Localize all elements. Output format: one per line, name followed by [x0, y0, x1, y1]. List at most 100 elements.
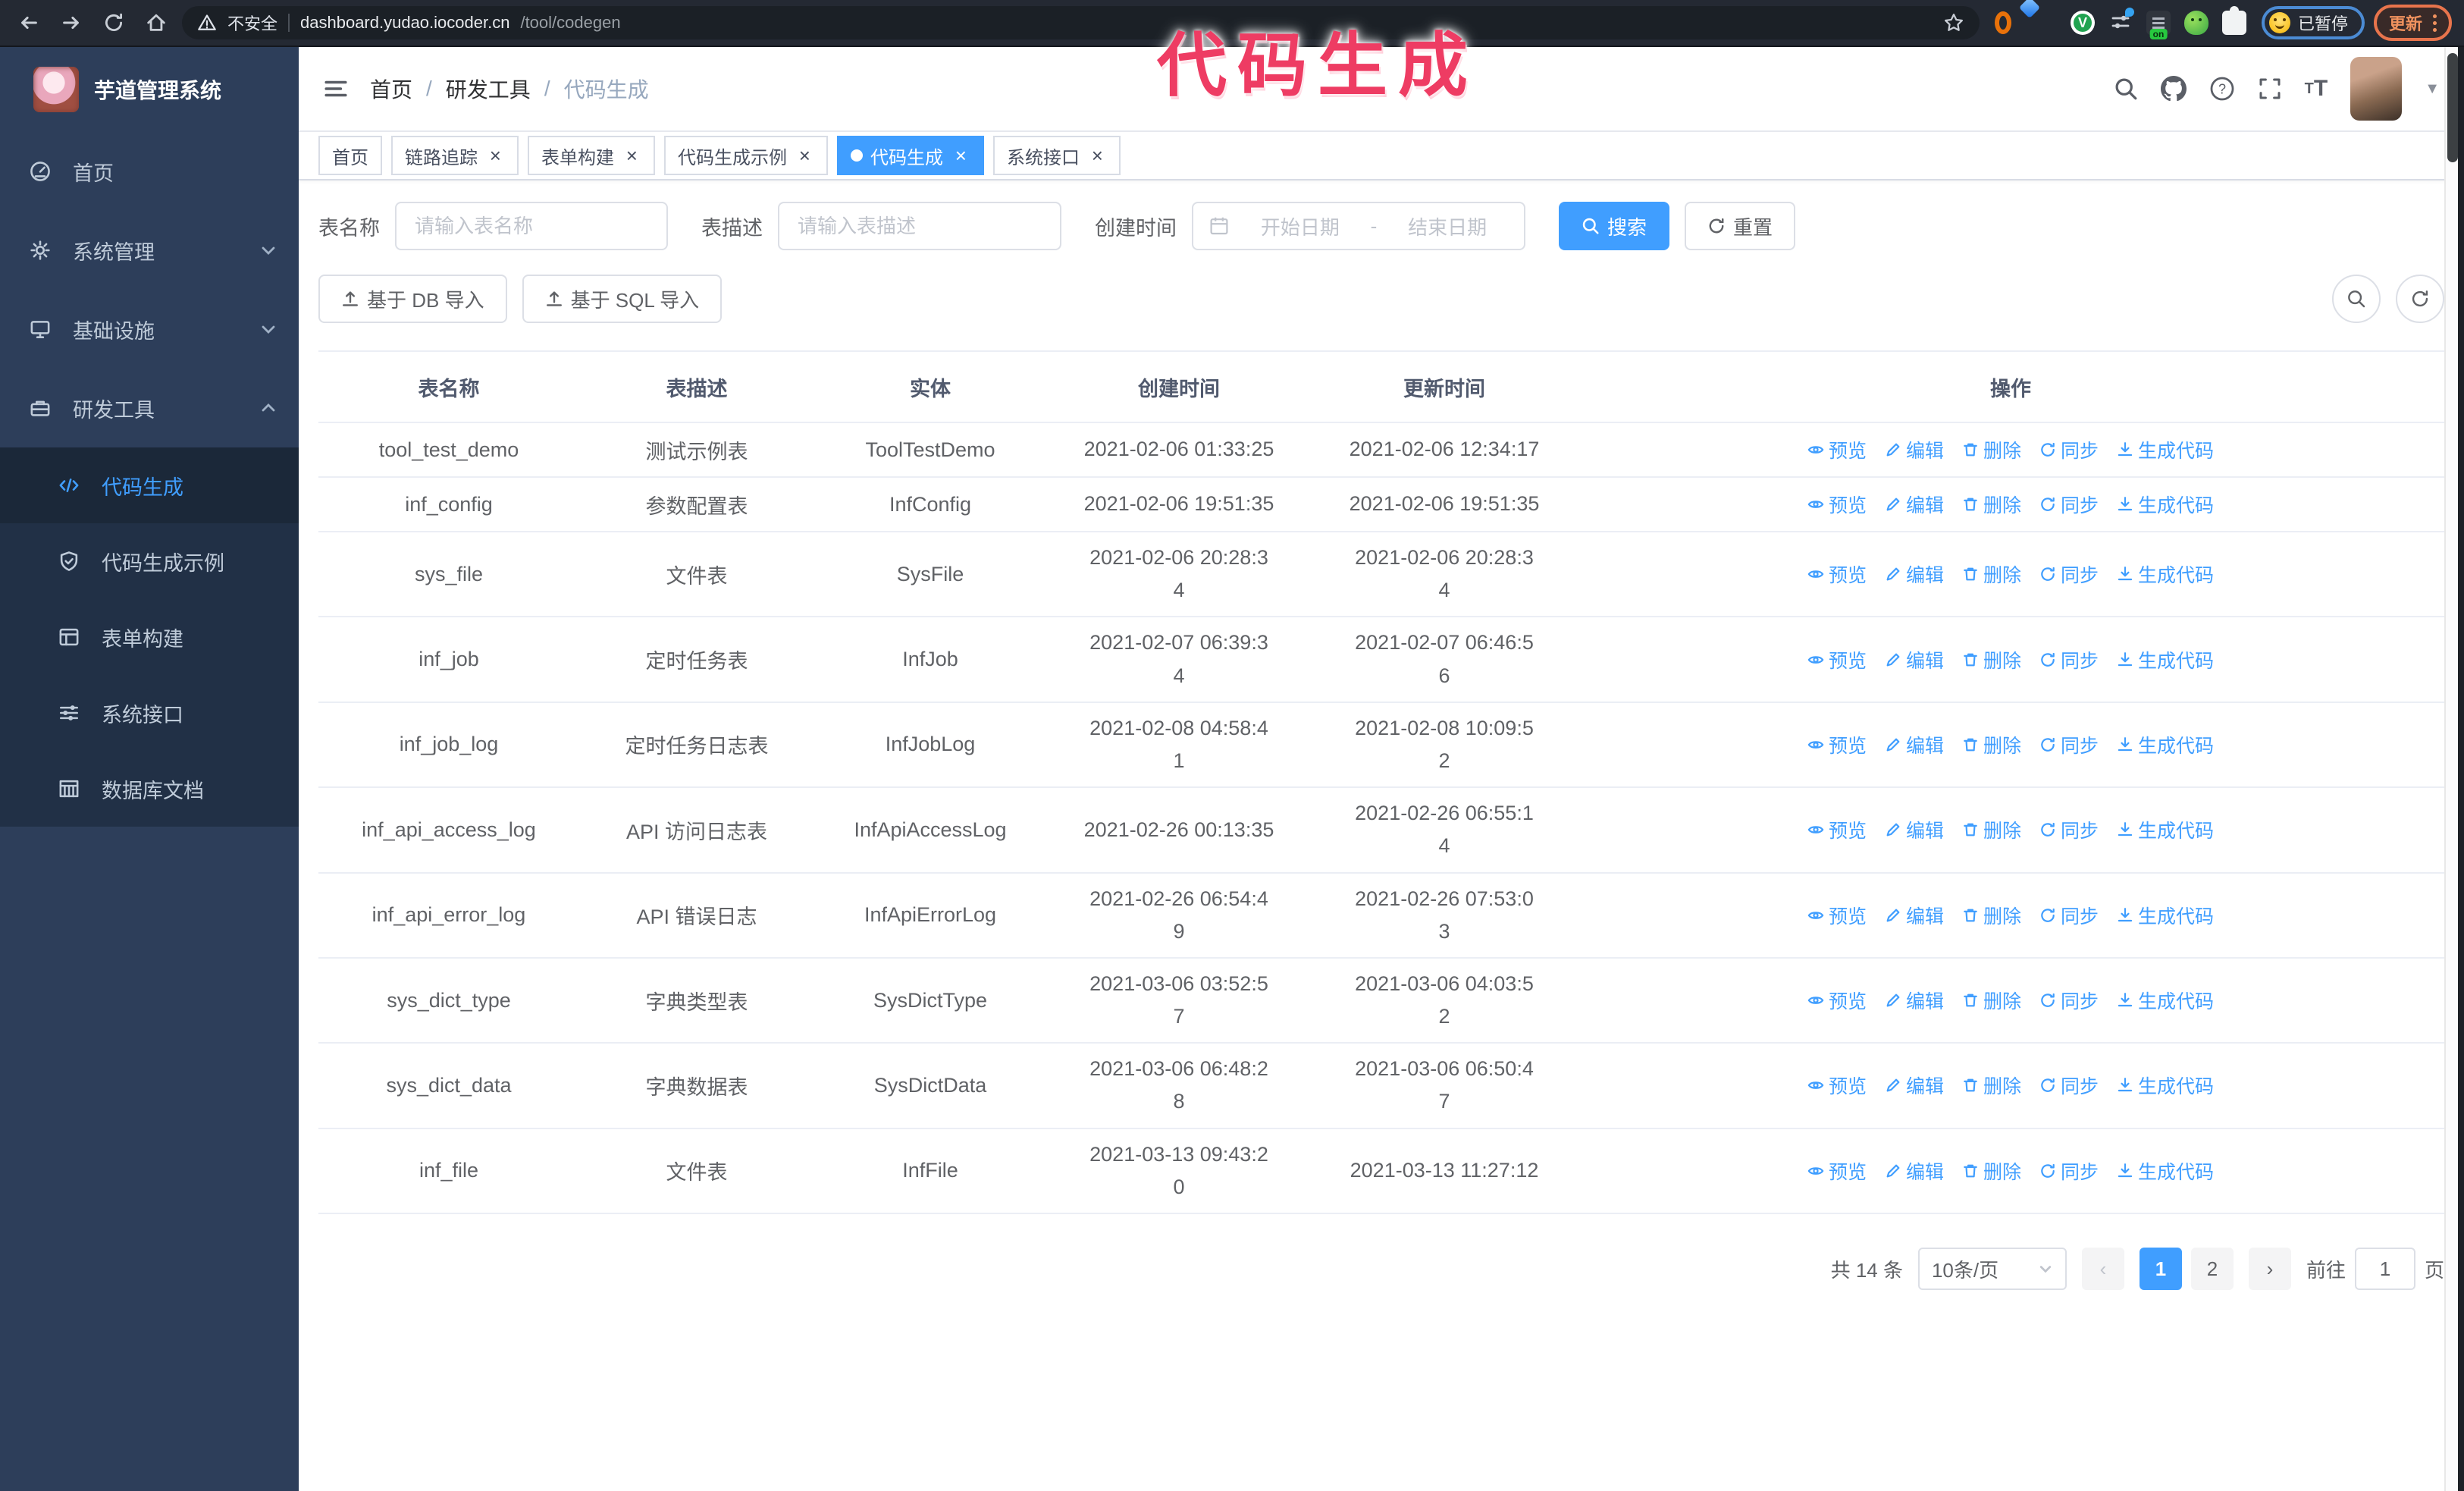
end-date-placeholder[interactable]: 结束日期	[1386, 212, 1509, 240]
toggle-search-button[interactable]	[2332, 275, 2381, 323]
row-action-sync[interactable]: 同步	[2039, 1072, 2099, 1099]
sidebar-subitem-代码生成示例[interactable]: 代码生成示例	[0, 523, 299, 599]
row-action-delete[interactable]: 删除	[1962, 646, 2021, 673]
green-v-extension-icon[interactable]: V	[2070, 11, 2095, 35]
sidebar-item-研发工具[interactable]: 研发工具	[0, 369, 299, 447]
row-action-delete[interactable]: 删除	[1962, 560, 2021, 588]
row-action-edit[interactable]: 编辑	[1885, 902, 1944, 929]
row-action-preview[interactable]: 预览	[1807, 491, 1867, 518]
browser-update-button[interactable]: 更新	[2373, 5, 2452, 41]
tab-close-icon[interactable]: ×	[951, 146, 970, 165]
avatar-caret-icon[interactable]: ▼	[2425, 80, 2440, 98]
tab-close-icon[interactable]: ×	[622, 146, 641, 165]
tab-链路追踪[interactable]: 链路追踪 ×	[391, 136, 519, 175]
page-button-1[interactable]: 1	[2139, 1248, 2182, 1290]
next-page-button[interactable]: ›	[2248, 1248, 2291, 1290]
page-size-select[interactable]: 10条/页	[1917, 1248, 2067, 1290]
row-action-sync[interactable]: 同步	[2039, 1157, 2099, 1185]
row-action-delete[interactable]: 删除	[1962, 1072, 2021, 1099]
row-action-edit[interactable]: 编辑	[1885, 560, 1944, 588]
row-action-generate[interactable]: 生成代码	[2117, 902, 2214, 929]
tab-close-icon[interactable]: ×	[485, 146, 505, 165]
refresh-table-button[interactable]	[2396, 275, 2444, 323]
sidebar-subitem-系统接口[interactable]: 系统接口	[0, 675, 299, 751]
browser-home-icon[interactable]	[140, 6, 173, 39]
row-action-preview[interactable]: 预览	[1807, 1157, 1867, 1185]
sidebar-item-首页[interactable]: 首页	[0, 132, 299, 211]
row-action-generate[interactable]: 生成代码	[2117, 560, 2214, 588]
browser-forward-icon[interactable]	[55, 6, 88, 39]
fullscreen-icon[interactable]	[2258, 77, 2282, 101]
sidebar-item-基础设施[interactable]: 基础设施	[0, 290, 299, 369]
address-bar[interactable]: 不安全 dashboard.yudao.iocoder.cn/tool/code…	[182, 6, 1980, 39]
row-action-edit[interactable]: 编辑	[1885, 1072, 1944, 1099]
tab-代码生成[interactable]: 代码生成 ×	[837, 136, 984, 175]
security-label[interactable]: 不安全	[227, 11, 277, 35]
row-action-delete[interactable]: 删除	[1962, 987, 2021, 1014]
row-action-preview[interactable]: 预览	[1807, 731, 1867, 758]
row-action-sync[interactable]: 同步	[2039, 816, 2099, 843]
row-action-sync[interactable]: 同步	[2039, 902, 2099, 929]
browser-reload-icon[interactable]	[97, 6, 130, 39]
sidebar-item-系统管理[interactable]: 系统管理	[0, 211, 299, 290]
row-action-generate[interactable]: 生成代码	[2117, 491, 2214, 518]
search-button[interactable]: 搜索	[1559, 202, 1670, 250]
profile-paused-badge[interactable]: 已暂停	[2261, 6, 2365, 39]
page-button-2[interactable]: 2	[2190, 1248, 2234, 1290]
browser-menu-icon[interactable]	[2433, 14, 2437, 32]
row-action-generate[interactable]: 生成代码	[2117, 646, 2214, 673]
row-action-preview[interactable]: 预览	[1807, 1072, 1867, 1099]
browser-back-icon[interactable]	[12, 6, 45, 39]
sliders-extension-icon[interactable]	[2108, 8, 2134, 35]
date-range-input[interactable]: 开始日期 - 结束日期	[1192, 202, 1525, 250]
row-action-generate[interactable]: 生成代码	[2117, 1157, 2214, 1185]
tab-代码生成示例[interactable]: 代码生成示例 ×	[664, 136, 828, 175]
help-icon[interactable]: ?	[2209, 76, 2235, 102]
sql-import-button[interactable]: 基于 SQL 导入	[522, 275, 723, 323]
tab-系统接口[interactable]: 系统接口 ×	[993, 136, 1121, 175]
row-action-generate[interactable]: 生成代码	[2117, 816, 2214, 843]
user-avatar[interactable]	[2350, 57, 2403, 121]
row-action-delete[interactable]: 删除	[1962, 816, 2021, 843]
sidebar-subitem-数据库文档[interactable]: 数据库文档	[0, 751, 299, 827]
row-action-sync[interactable]: 同步	[2039, 731, 2099, 758]
row-action-sync[interactable]: 同步	[2039, 987, 2099, 1014]
url-host[interactable]: dashboard.yudao.iocoder.cn	[300, 13, 509, 33]
row-action-delete[interactable]: 删除	[1962, 731, 2021, 758]
puzzle-extension-icon[interactable]	[2221, 6, 2246, 35]
scrollbar-thumb[interactable]	[2447, 53, 2458, 162]
page-scrollbar[interactable]	[2444, 47, 2464, 1491]
orange-ring-extension-icon[interactable]	[1994, 11, 2019, 35]
row-action-delete[interactable]: 删除	[1962, 902, 2021, 929]
tab-首页[interactable]: 首页	[318, 136, 382, 175]
row-action-preview[interactable]: 预览	[1807, 987, 1867, 1014]
breadcrumb-item[interactable]: 研发工具	[446, 74, 531, 104]
tab-close-icon[interactable]: ×	[1087, 146, 1107, 165]
green-creature-extension-icon[interactable]	[2183, 11, 2209, 35]
row-action-delete[interactable]: 删除	[1962, 1157, 2021, 1185]
hamburger-icon[interactable]	[323, 76, 349, 102]
search-icon[interactable]	[2114, 77, 2138, 101]
row-action-sync[interactable]: 同步	[2039, 560, 2099, 588]
tab-表单构建[interactable]: 表单构建 ×	[528, 136, 655, 175]
tab-close-icon[interactable]: ×	[795, 146, 814, 165]
table-desc-input[interactable]	[795, 212, 1045, 240]
github-icon[interactable]	[2160, 76, 2187, 102]
db-import-button[interactable]: 基于 DB 导入	[318, 275, 507, 323]
prev-page-button[interactable]: ‹	[2081, 1248, 2124, 1290]
row-action-edit[interactable]: 编辑	[1885, 491, 1944, 518]
font-size-icon[interactable]: TT	[2305, 76, 2328, 102]
sidebar-logo-row[interactable]: 芋道管理系统	[0, 47, 299, 132]
row-action-preview[interactable]: 预览	[1807, 902, 1867, 929]
goto-page-input[interactable]	[2354, 1248, 2415, 1290]
row-action-sync[interactable]: 同步	[2039, 436, 2099, 463]
row-action-preview[interactable]: 预览	[1807, 646, 1867, 673]
on-badge-extension-icon[interactable]: on	[2146, 11, 2171, 39]
row-action-delete[interactable]: 删除	[1962, 491, 2021, 518]
row-action-delete[interactable]: 删除	[1962, 436, 2021, 463]
row-action-sync[interactable]: 同步	[2039, 491, 2099, 518]
row-action-preview[interactable]: 预览	[1807, 436, 1867, 463]
row-action-preview[interactable]: 预览	[1807, 560, 1867, 588]
row-action-edit[interactable]: 编辑	[1885, 987, 1944, 1014]
row-action-generate[interactable]: 生成代码	[2117, 436, 2214, 463]
